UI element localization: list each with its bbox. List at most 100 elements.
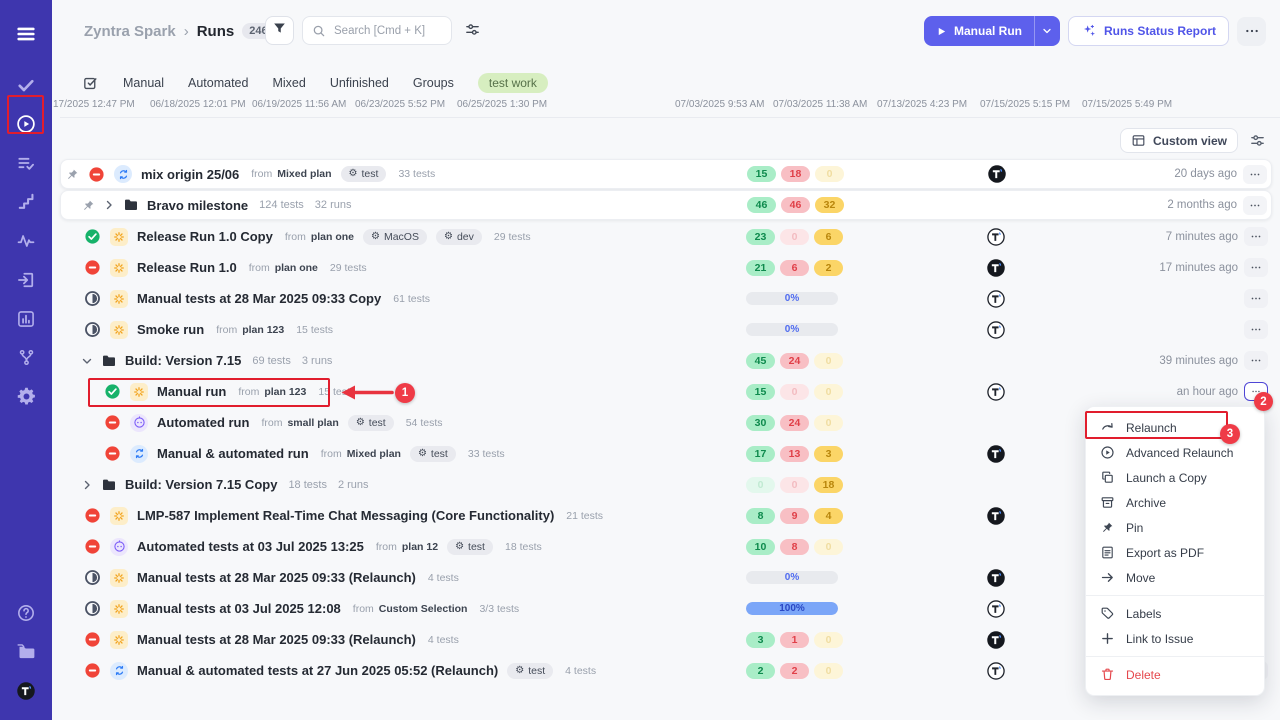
run-title: Bravo milestone [147,198,248,213]
count-other: 32 [815,197,844,213]
tab-manual[interactable]: Manual [123,76,164,90]
row-more-button[interactable] [1244,320,1268,339]
sidebar-item-help[interactable] [6,593,46,632]
sidebar-item-reports[interactable] [6,299,46,338]
menu-item-label: Labels [1126,607,1161,621]
run-row[interactable]: Release Run 1.0fromplan one29 tests21621… [60,252,1272,283]
breadcrumb-project[interactable]: Zyntra Spark [84,23,176,40]
count-other: 18 [814,477,843,493]
header-more-button[interactable] [1237,17,1266,46]
search-box[interactable] [302,16,452,45]
run-progress: 0% [746,571,838,584]
gear-icon: ⚙ [418,449,427,459]
runs-status-report-button[interactable]: Runs Status Report [1068,16,1229,46]
timeline-date: 06/23/2025 5:52 PM [355,99,445,110]
group-runs-count: 2 runs [338,479,369,491]
trash-icon [1100,667,1115,682]
run-result-counts: 45240 [746,353,843,369]
menu-divider [1086,656,1264,657]
run-row[interactable]: Manual tests at 28 Mar 2025 09:33 Copy61… [60,283,1272,314]
search-settings-icon[interactable] [464,21,481,38]
tab-unfinished[interactable]: Unfinished [330,76,389,90]
menu-item-relaunch[interactable]: Relaunch [1086,415,1264,440]
run-updated-time: 2 months ago [1167,199,1237,211]
menu-item-labels[interactable]: Labels [1086,601,1264,626]
menu-item-advanced-relaunch[interactable]: Advanced Relaunch [1086,440,1264,465]
run-title: Release Run 1.0 [137,260,237,275]
row-more-button[interactable] [1244,258,1268,277]
active-filter-badge[interactable]: test work [478,73,548,93]
row-more-button[interactable] [1244,227,1268,246]
status-stopped-icon [88,166,105,183]
sidebar-item-milestones[interactable] [6,182,46,221]
run-row[interactable]: Manual runfromplan 12315 tests1500an hou… [60,376,1272,407]
timeline-date: 06/18/2025 12:01 PM [150,99,246,110]
search-input[interactable] [332,24,442,38]
manual-run-dropdown[interactable] [1034,16,1060,46]
run-type-manual-icon [110,600,128,618]
sidebar-item-activity[interactable] [6,221,46,260]
chevron-right-icon[interactable] [103,199,115,211]
chevron-right-icon[interactable] [81,479,93,491]
filter-button[interactable] [265,16,294,45]
count-passed: 21 [746,260,775,276]
filter-tabs: Manual Automated Mixed Unfinished Groups test… [82,71,548,95]
row-more-button[interactable] [1243,196,1267,215]
environment-badge: ⚙test [410,446,456,462]
sidebar-item-settings[interactable] [6,377,46,416]
tab-mixed[interactable]: Mixed [272,76,305,90]
run-type-automated-icon [110,538,128,556]
menu-item-move[interactable]: Move [1086,565,1264,590]
count-failed: 9 [780,508,809,524]
run-row[interactable]: Release Run 1.0 Copyfromplan one⚙MacOS⚙d… [60,221,1272,252]
count-failed: 2 [780,663,809,679]
run-row[interactable]: Smoke runfromplan 12315 tests0% [60,314,1272,345]
timeline-date: 06/25/2025 1:30 PM [457,99,547,110]
sidebar-item-projects[interactable] [6,632,46,671]
row-more-button[interactable] [1244,351,1268,370]
row-more-button[interactable] [1243,165,1267,184]
manual-run-button[interactable]: Manual Run [924,16,1060,46]
menu-item-link-to-issue[interactable]: Link to Issue [1086,626,1264,651]
run-row[interactable]: mix origin 25/06fromMixed plan⚙test33 te… [60,159,1272,189]
group-runs-count: 32 runs [315,199,352,211]
select-runs-icon[interactable] [82,75,99,92]
group-tests-count: 124 tests [259,199,304,211]
custom-view-button[interactable]: Custom view [1120,128,1238,153]
menu-item-label: Launch a Copy [1126,471,1207,485]
menu-item-launch-a-copy[interactable]: Launch a Copy [1086,465,1264,490]
runs-page: Zyntra Spark › Runs 246 Manual Run Runs … [0,0,1280,720]
environment-label: dev [457,231,474,243]
from-label: from [238,386,259,398]
row-more-button[interactable] [1244,289,1268,308]
sidebar-item-versions[interactable] [6,338,46,377]
count-passed: 17 [746,446,775,462]
menu-item-delete[interactable]: Delete [1086,662,1264,687]
sidebar-item-test-cases[interactable] [6,65,46,104]
row-more-button[interactable] [1244,382,1268,401]
runs-status-report-label: Runs Status Report [1104,24,1216,38]
environment-label: test [468,541,485,553]
run-title: Manual tests at 28 Mar 2025 09:33 (Relau… [137,632,416,647]
view-settings-icon[interactable] [1249,132,1266,149]
tab-automated[interactable]: Automated [188,76,248,90]
count-failed: 13 [780,446,809,462]
chevron-down-icon[interactable] [81,355,93,367]
search-icon [312,24,326,38]
menu-item-export-as-pdf[interactable]: Export as PDF [1086,540,1264,565]
group-tests-count: 18 tests [288,479,327,491]
sidebar-item-imports[interactable] [6,260,46,299]
gear-icon: ⚙ [455,542,464,552]
menu-item-pin[interactable]: Pin [1086,515,1264,540]
sidebar-item-account[interactable] [6,671,46,710]
run-type-manual-icon [110,507,128,525]
run-group-row[interactable]: Bravo milestone124 tests32 runs4646322 m… [60,190,1272,220]
sidebar-item-requirements[interactable] [6,143,46,182]
count-passed: 30 [746,415,775,431]
menu-item-archive[interactable]: Archive [1086,490,1264,515]
tab-groups[interactable]: Groups [413,76,454,90]
sidebar-item-menu[interactable] [6,14,46,53]
timeline-date: 07/03/2025 9:53 AM [675,99,765,110]
run-group-row[interactable]: Build: Version 7.1569 tests3 runs4524039… [60,345,1272,376]
sidebar-item-runs[interactable] [6,104,46,143]
